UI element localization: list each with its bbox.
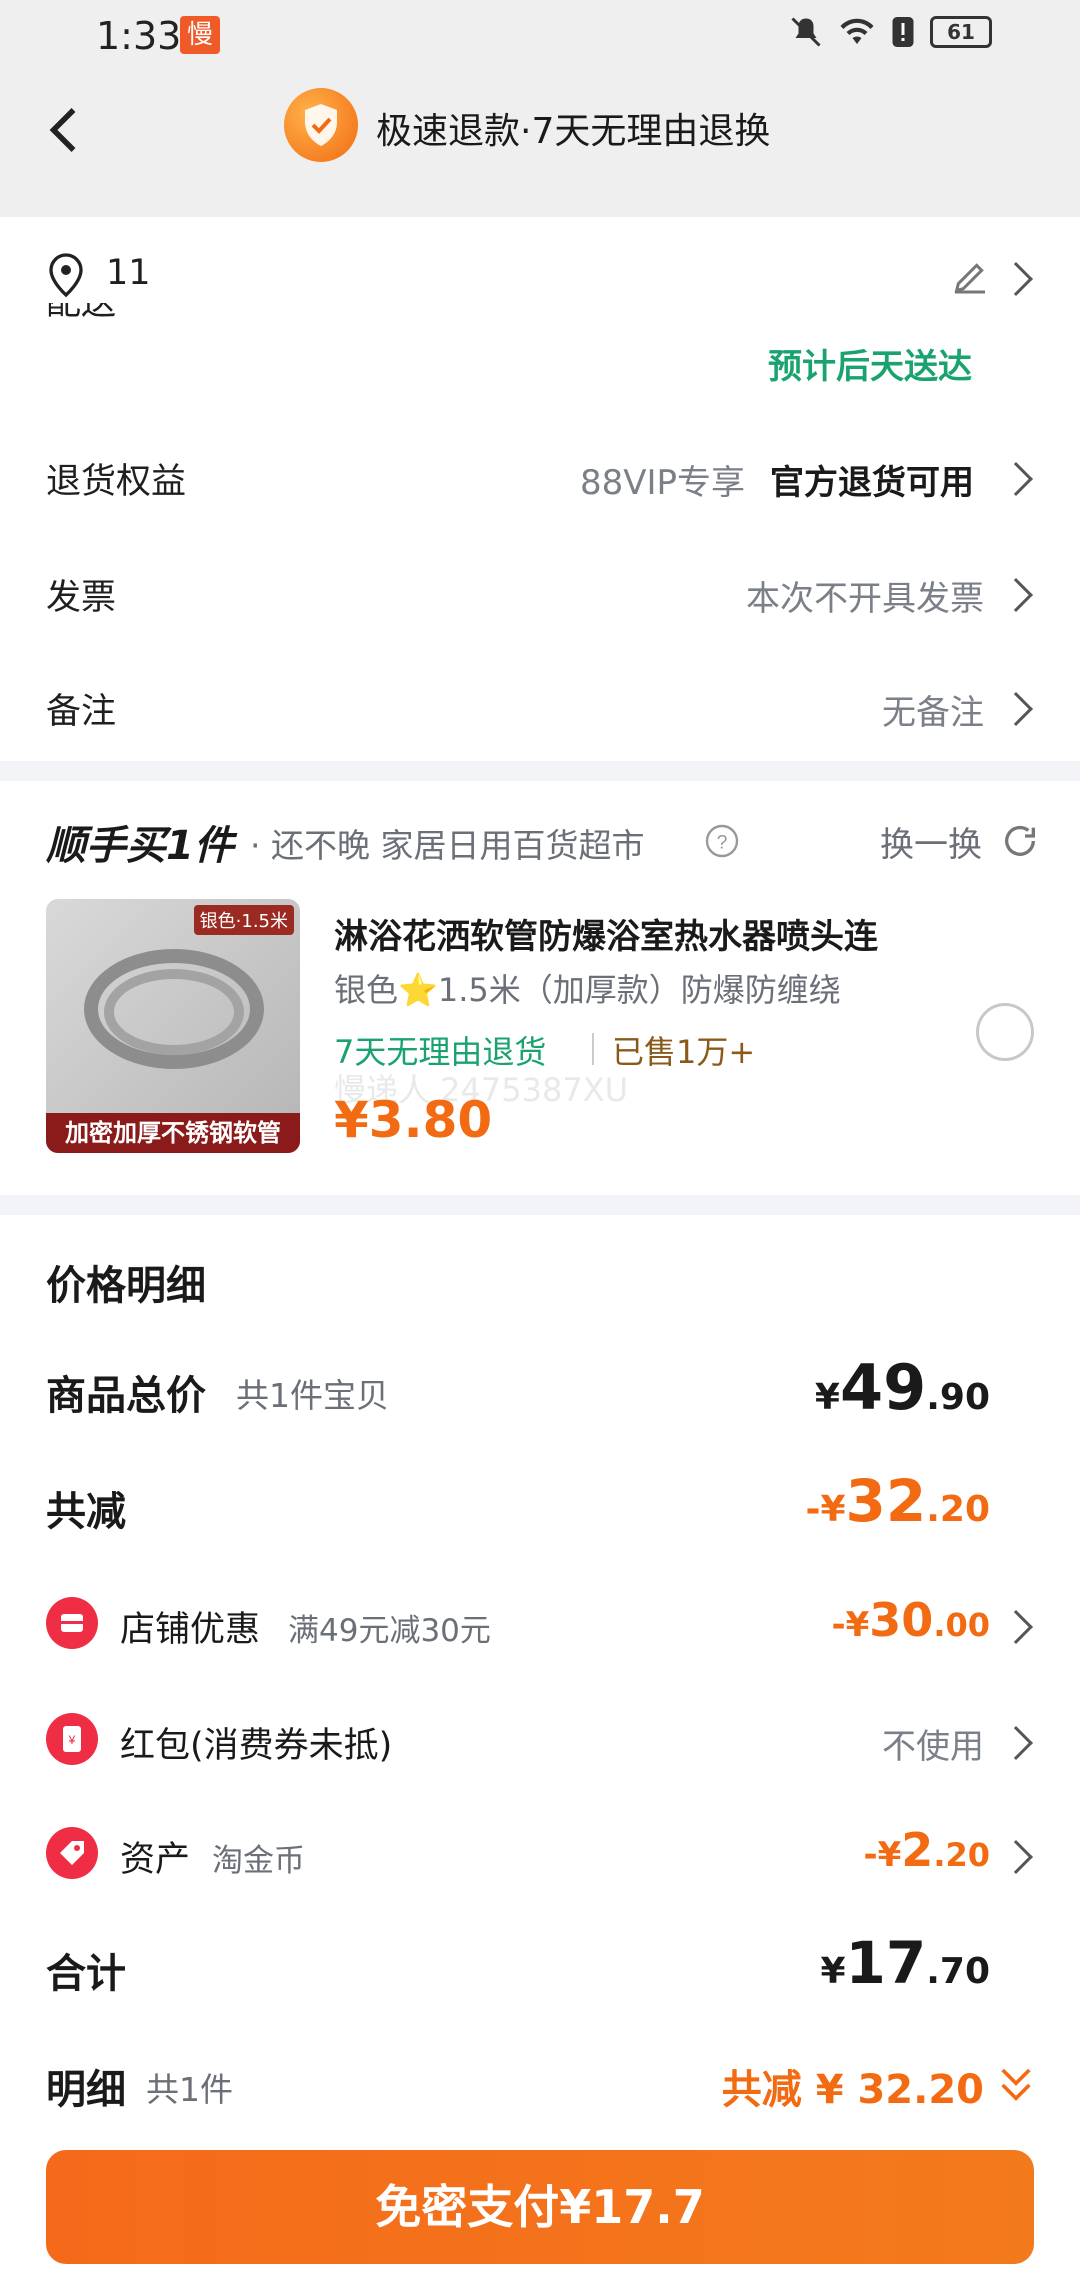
total-amount: ¥49.90 [815, 1351, 990, 1424]
amount-int: 32 [845, 1467, 927, 1535]
amount-int: 49 [839, 1351, 927, 1424]
delivery-label: 配送 [46, 303, 117, 323]
detail-sub: 共1件 [146, 2070, 233, 2109]
option-label: 发票 [46, 578, 117, 618]
red-packet-icon: ¥ [46, 1713, 98, 1765]
wifi-icon [840, 18, 874, 44]
location-pin-icon [49, 253, 83, 298]
image-banner: 加密加厚不锈钢软管 [46, 1113, 300, 1153]
back-arrow-icon[interactable] [36, 100, 96, 160]
swap-button[interactable]: 换一换 [880, 817, 982, 867]
option-value: 无备注 [882, 693, 984, 733]
amount-int: 30 [869, 1593, 934, 1647]
amount-dec: .70 [926, 1951, 990, 1992]
divider [592, 1033, 594, 1065]
option-label: 退货权益 [46, 462, 187, 502]
header: 极速退款·7天无理由退换 [0, 72, 1080, 217]
product-name[interactable]: 淋浴花洒软管防爆浴室热水器喷头连 [334, 909, 878, 958]
delivery-estimate: 预计后天送达 [768, 347, 972, 387]
svg-text:¥: ¥ [68, 1733, 76, 1747]
asset-row[interactable]: 资产 淘金币 -¥2.20 [0, 1815, 1080, 1895]
help-icon[interactable]: ? [704, 823, 740, 859]
shop-discount-sub: 满49元减30元 [288, 1613, 491, 1649]
address-text: 11 [106, 253, 151, 293]
image-tag: 银色·1.5米 [193, 905, 294, 935]
yen-symbol: ¥ [814, 1377, 840, 1418]
chevron-right-icon [999, 462, 1033, 496]
asset-amount: -¥2.20 [864, 1823, 990, 1877]
status-bar: 1:33 慢 61 [0, 0, 1080, 72]
coin-tag-icon [46, 1827, 98, 1879]
amount-prefix: -¥ [863, 1835, 902, 1875]
detail-label: 明细 [46, 2067, 126, 2113]
order-options-card: 11 配送 预计后天送达 退货权益 88VIP专享 官方退货可用 发票 本次不开… [0, 217, 1080, 761]
status-icons: 61 [788, 14, 992, 50]
amount-dec: .20 [933, 1836, 990, 1874]
chevron-right-icon [999, 692, 1033, 726]
option-row-remark[interactable]: 备注 无备注 [0, 673, 1080, 743]
slow-badge-icon: 慢 [180, 16, 220, 54]
yen-symbol: ¥ [820, 1951, 846, 1992]
chevron-right-icon [999, 1610, 1033, 1644]
option-value: 本次不开具发票 [746, 579, 984, 619]
red-packet-value: 不使用 [882, 1727, 984, 1767]
add-on-card: 顺手买1件 · 还不晚 家居日用百货超市 ? 换一换 银色·1.5米 加密加厚不… [0, 781, 1080, 1195]
refresh-icon[interactable] [1000, 821, 1040, 861]
sum-amount: ¥17.70 [820, 1929, 990, 1997]
add-on-select-radio[interactable] [976, 1003, 1034, 1061]
chevron-right-icon [999, 1840, 1033, 1874]
sold-count: 已售1万+ [612, 1033, 756, 1071]
asset-sub: 淘金币 [212, 1843, 305, 1879]
hose-coil-inner [104, 969, 244, 1055]
option-label: 备注 [46, 692, 117, 732]
status-time: 1:33 [96, 14, 182, 58]
total-sub: 共1件宝贝 [236, 1376, 389, 1415]
shop-icon [46, 1597, 98, 1649]
shop-discount-row[interactable]: 店铺优惠 满49元减30元 -¥30.00 [0, 1585, 1080, 1665]
option-row-invoice[interactable]: 发票 本次不开具发票 [0, 559, 1080, 629]
shop-discount-amount: -¥30.00 [832, 1593, 990, 1647]
amount-dec: .20 [926, 1489, 990, 1530]
product-image[interactable]: 银色·1.5米 加密加厚不锈钢软管 [46, 899, 300, 1153]
detail-row[interactable]: 明细 共1件 共减 ¥ 32.20 [0, 2045, 1080, 2125]
red-packet-label: 红包(消费券未抵) [120, 1726, 393, 1766]
amount-dec: .00 [933, 1606, 990, 1644]
amount-prefix: -¥ [831, 1605, 870, 1645]
chevron-right-icon [999, 578, 1033, 612]
double-chevron-down-icon[interactable] [996, 2063, 1036, 2107]
add-on-title: 顺手买1件 [46, 823, 234, 869]
price-detail-card: 价格明细 商品总价 共1件宝贝 ¥49.90 共减 -¥32.20 店铺优惠 满… [0, 1215, 1080, 2280]
battery-icon: 61 [930, 16, 992, 48]
red-packet-row[interactable]: ¥ 红包(消费券未抵) 不使用 [0, 1701, 1080, 1781]
sum-label: 合计 [46, 1951, 126, 1997]
option-row-return[interactable]: 退货权益 88VIP专享 官方退货可用 [0, 443, 1080, 513]
chevron-right-icon [999, 1726, 1033, 1760]
amount-int: 2 [901, 1823, 934, 1877]
discount-amount: -¥32.20 [806, 1467, 991, 1535]
detail-value: 共减 ¥ 32.20 [721, 2067, 984, 2113]
shop-discount-label: 店铺优惠 [120, 1610, 261, 1650]
edit-icon[interactable] [950, 257, 990, 297]
vip-prefix: 88VIP专享 [580, 463, 746, 503]
address-row[interactable]: 11 [0, 247, 1080, 307]
amount-dec: .90 [926, 1377, 990, 1418]
product-price: ¥3.80 [334, 1091, 493, 1149]
discount-label: 共减 [46, 1489, 126, 1535]
product-spec: 银色⭐1.5米（加厚款）防爆防缠绕 [334, 971, 841, 1009]
alert-icon [892, 17, 914, 47]
add-on-subtitle: · 还不晚 家居日用百货超市 [250, 826, 645, 865]
swap-label: 换一换 [880, 825, 982, 865]
mute-bell-icon [791, 17, 821, 47]
price-detail-title: 价格明细 [46, 1263, 206, 1309]
pay-button[interactable]: 免密支付¥17.7 [46, 2150, 1034, 2264]
svg-text:?: ? [717, 832, 728, 854]
shield-icon [284, 88, 358, 162]
option-value: 官方退货可用 [770, 463, 974, 503]
header-title: 极速退款·7天无理由退换 [376, 111, 771, 152]
asset-label: 资产 [120, 1840, 191, 1880]
amount-int: 17 [845, 1929, 927, 1997]
chevron-right-icon [999, 262, 1033, 296]
amount-prefix: -¥ [805, 1489, 846, 1530]
total-label: 商品总价 [46, 1373, 206, 1419]
